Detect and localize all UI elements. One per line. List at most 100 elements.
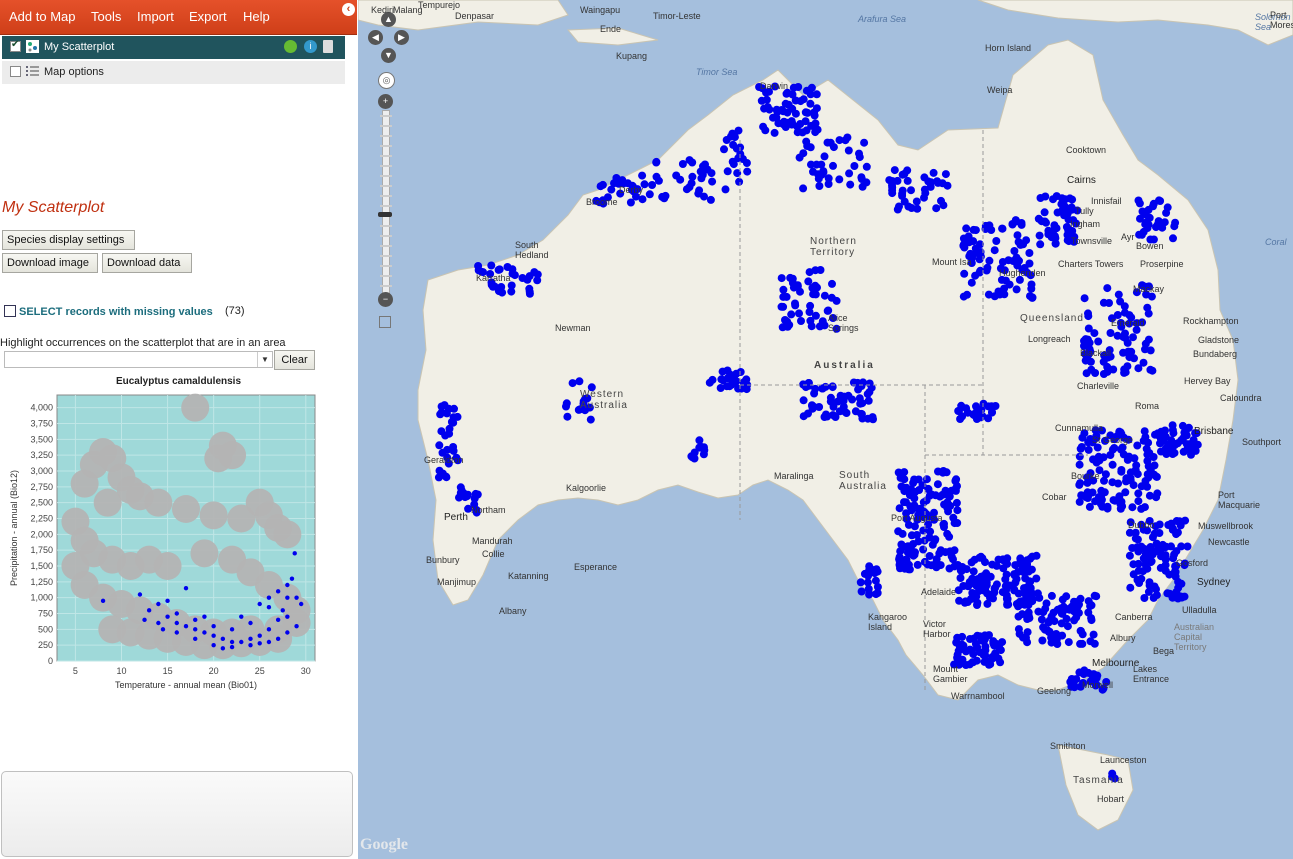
occurrence-point[interactable]: [932, 204, 941, 213]
occurrence-point[interactable]: [801, 108, 810, 117]
occurrence-point[interactable]: [1163, 203, 1172, 212]
occurrence-point[interactable]: [829, 161, 837, 170]
occurrence-point[interactable]: [783, 317, 792, 326]
occurrence-point[interactable]: [1016, 240, 1025, 249]
occurrence-point[interactable]: [705, 378, 714, 387]
occurrence-point[interactable]: [967, 278, 976, 287]
occurrence-point[interactable]: [829, 402, 838, 411]
occurrence-point[interactable]: [998, 258, 1007, 266]
occurrence-point[interactable]: [904, 565, 913, 574]
menu-help[interactable]: Help: [243, 9, 270, 24]
occurrence-point[interactable]: [1008, 220, 1017, 229]
occurrence-point[interactable]: [900, 169, 909, 178]
occurrence-point[interactable]: [802, 126, 811, 135]
occurrence-point[interactable]: [1113, 331, 1122, 340]
occurrence-point[interactable]: [1027, 565, 1036, 574]
occurrence-point[interactable]: [1028, 293, 1037, 302]
occurrence-point[interactable]: [1105, 299, 1113, 307]
occurrence-point[interactable]: [820, 291, 829, 300]
occurrence-point[interactable]: [1103, 367, 1112, 376]
occurrence-point[interactable]: [729, 160, 738, 169]
occurrence-point[interactable]: [1168, 525, 1177, 534]
occurrence-point[interactable]: [1063, 622, 1072, 631]
occurrence-point[interactable]: [1126, 583, 1135, 592]
zoom-tick[interactable]: [380, 115, 392, 117]
occurrence-point[interactable]: [815, 322, 824, 331]
occurrence-point[interactable]: [759, 122, 768, 131]
occurrence-point[interactable]: [797, 317, 805, 325]
occurrence-point[interactable]: [1064, 638, 1073, 647]
occurrence-point[interactable]: [801, 117, 810, 126]
occurrence-point[interactable]: [723, 167, 732, 176]
occurrence-point[interactable]: [983, 589, 992, 598]
occurrence-point[interactable]: [1005, 581, 1014, 590]
occurrence-point[interactable]: [638, 195, 647, 204]
occurrence-point[interactable]: [900, 487, 909, 496]
occurrence-point[interactable]: [1137, 574, 1146, 583]
occurrence-point[interactable]: [992, 561, 1001, 570]
occurrence-point[interactable]: [1149, 593, 1158, 602]
occurrence-point[interactable]: [890, 166, 899, 175]
occurrence-point[interactable]: [1037, 615, 1046, 624]
occurrence-point[interactable]: [855, 149, 863, 158]
occurrence-point[interactable]: [736, 368, 745, 376]
occurrence-point[interactable]: [964, 232, 973, 241]
occurrence-point[interactable]: [586, 415, 595, 424]
occurrence-point[interactable]: [854, 385, 863, 394]
occurrence-point[interactable]: [919, 545, 928, 554]
pan-right-icon[interactable]: ▶: [394, 30, 409, 45]
occurrence-point[interactable]: [943, 529, 952, 538]
occurrence-point[interactable]: [741, 377, 750, 386]
occurrence-point[interactable]: [743, 167, 752, 176]
occurrence-point[interactable]: [1020, 584, 1028, 593]
occurrence-point[interactable]: [1126, 468, 1135, 477]
download-image-button[interactable]: Download image: [2, 253, 98, 273]
occurrence-point[interactable]: [676, 175, 685, 184]
occurrence-point[interactable]: [984, 290, 993, 299]
occurrence-point[interactable]: [815, 182, 824, 190]
zoom-tick[interactable]: [380, 185, 392, 187]
occurrence-point[interactable]: [1133, 441, 1142, 450]
occurrence-point[interactable]: [929, 168, 938, 177]
occurrence-point[interactable]: [941, 170, 950, 179]
map-options-checkbox[interactable]: [10, 66, 21, 77]
occurrence-point[interactable]: [794, 83, 803, 91]
occurrence-point[interactable]: [1135, 230, 1144, 239]
occurrence-point[interactable]: [497, 283, 506, 291]
occurrence-point[interactable]: [806, 143, 815, 152]
occurrence-point[interactable]: [700, 443, 708, 452]
occurrence-point[interactable]: [1170, 222, 1179, 231]
occurrence-point[interactable]: [1053, 640, 1062, 648]
occurrence-point[interactable]: [913, 204, 922, 213]
occurrence-point[interactable]: [1089, 630, 1098, 639]
reset-view-icon[interactable]: ◎: [378, 72, 395, 89]
occurrence-point[interactable]: [1118, 502, 1127, 511]
occurrence-point[interactable]: [449, 443, 458, 451]
occurrence-point[interactable]: [1156, 563, 1165, 572]
occurrence-point[interactable]: [720, 145, 728, 154]
occurrence-point[interactable]: [777, 274, 786, 283]
occurrence-point[interactable]: [793, 128, 802, 137]
occurrence-point[interactable]: [809, 167, 817, 176]
occurrence-point[interactable]: [788, 279, 797, 287]
occurrence-point[interactable]: [996, 646, 1005, 655]
occurrence-point[interactable]: [913, 560, 922, 569]
occurrence-point[interactable]: [787, 310, 796, 319]
occurrence-point[interactable]: [685, 183, 694, 192]
occurrence-point[interactable]: [735, 177, 744, 186]
occurrence-point[interactable]: [1076, 639, 1085, 648]
occurrence-point[interactable]: [1134, 489, 1143, 498]
occurrence-point[interactable]: [769, 113, 777, 122]
occurrence-point[interactable]: [931, 491, 940, 500]
occurrence-point[interactable]: [970, 555, 979, 564]
zoom-tick[interactable]: [380, 255, 392, 257]
occurrence-point[interactable]: [447, 418, 456, 426]
occurrence-point[interactable]: [706, 195, 715, 204]
occurrence-point[interactable]: [808, 401, 816, 410]
occurrence-point[interactable]: [1140, 427, 1149, 436]
occurrence-point[interactable]: [982, 266, 991, 275]
occurrence-point[interactable]: [1084, 491, 1093, 500]
occurrence-point[interactable]: [575, 377, 584, 386]
occurrence-point[interactable]: [728, 129, 737, 138]
zoom-tick[interactable]: [380, 265, 392, 267]
